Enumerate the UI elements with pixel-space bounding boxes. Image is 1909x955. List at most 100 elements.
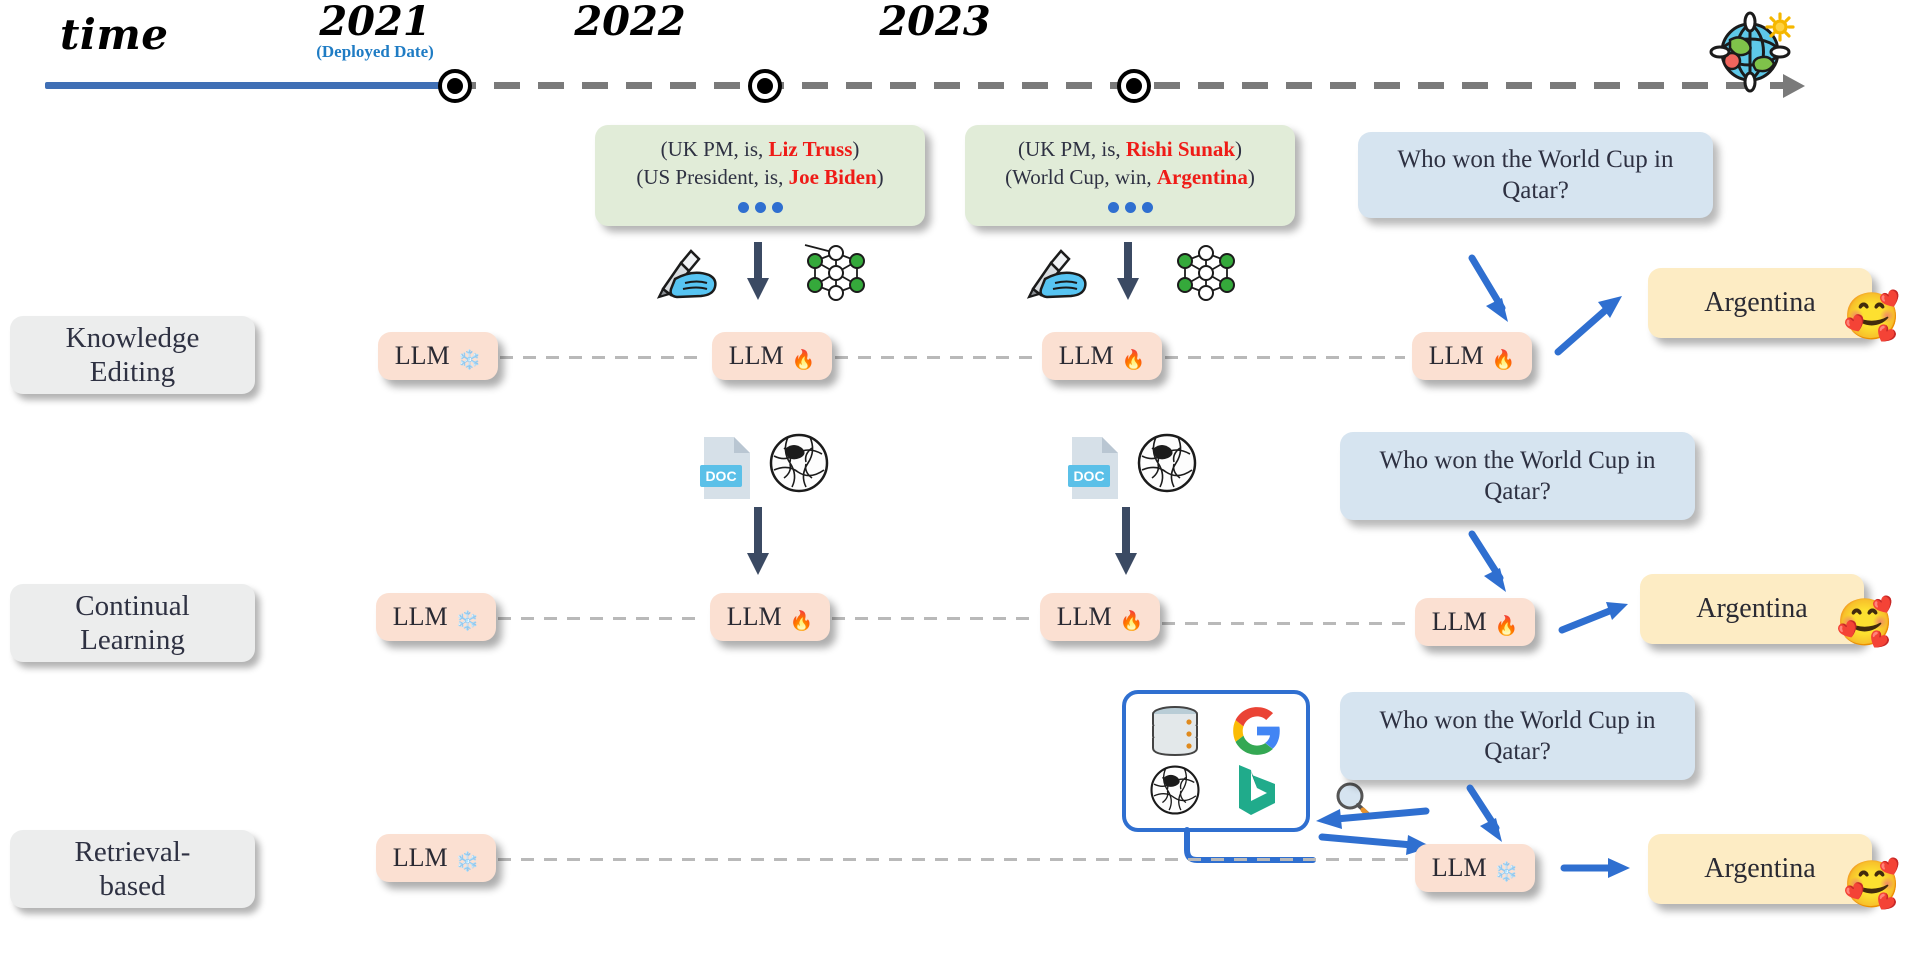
llm-chip-trained-2022[interactable]: LLM 🔥 — [710, 593, 830, 641]
flame-icon: 🔥 — [1494, 615, 1519, 637]
row-connector — [835, 356, 1035, 359]
fact-prefix: (UK PM, is, — [660, 137, 769, 161]
row-label-line2: Editing — [89, 356, 176, 388]
fact-line: (UK PM, is, Liz Truss) — [615, 135, 905, 163]
fact-suffix: ) — [1235, 137, 1243, 161]
llm-chip-frozen-2021[interactable]: LLM ❄️ — [376, 593, 496, 641]
fact-highlight: Rishi Sunak — [1125, 137, 1236, 161]
database-icon — [1148, 705, 1202, 757]
llm-label: LLM — [392, 843, 448, 872]
llm-label: LLM — [728, 341, 784, 370]
fact-box-2023: (UK PM, is, Rishi Sunak) (World Cup, win… — [965, 125, 1295, 227]
doc-file-icon: DOC — [700, 435, 754, 501]
question-bubble-retrieval-based: Who won the World Cup in Qatar? — [1340, 692, 1695, 780]
snowflake-icon: ❄️ — [455, 610, 480, 632]
row-connector — [498, 858, 1408, 861]
answer-box-continual-learning: Argentina — [1640, 574, 1864, 644]
row-label-retrieval-based: Retrieval- based — [10, 830, 255, 908]
row-connector — [1162, 622, 1407, 625]
answer-box-knowledge-editing: Argentina — [1648, 268, 1872, 338]
arrow-question-to-llm-icon — [1460, 250, 1526, 328]
arrow-question-to-llm-icon — [1462, 528, 1522, 596]
timeline-axis-deployed-segment — [45, 82, 450, 89]
writing-hand-icon — [1025, 245, 1087, 299]
year-label-2022: 2022 — [574, 0, 686, 45]
timeline-diagram: time 2021 (Deployed Date) 2022 2023 (UK … — [0, 0, 1909, 955]
llm-label: LLM — [1056, 602, 1112, 631]
bing-icon — [1233, 763, 1281, 817]
fact-ellipsis-icon — [985, 192, 1275, 220]
llm-chip-edited-2022[interactable]: LLM 🔥 — [712, 332, 832, 380]
llm-chip-frozen-2021[interactable]: LLM ❄️ — [376, 834, 496, 882]
llm-chip-edited-2023[interactable]: LLM 🔥 — [1042, 332, 1162, 380]
down-arrow-icon — [745, 505, 771, 577]
flame-icon: 🔥 — [791, 349, 816, 371]
llm-label: LLM — [726, 602, 782, 631]
llm-label: LLM — [1058, 341, 1114, 370]
fact-highlight: Joe Biden — [788, 165, 877, 190]
llm-chip-inference[interactable]: LLM ❄️ — [1415, 844, 1535, 892]
svg-text:DOC: DOC — [1073, 468, 1104, 484]
flame-icon: 🔥 — [1121, 349, 1146, 371]
down-arrow-icon — [745, 240, 771, 302]
arrow-llm-to-answer-icon — [1558, 596, 1636, 640]
llm-label: LLM — [392, 602, 448, 631]
snowflake-icon: ❄️ — [457, 349, 482, 371]
llm-chip-inference[interactable]: LLM 🔥 — [1412, 332, 1532, 380]
fact-suffix: ) — [852, 137, 860, 161]
fact-line: (US President, is, Joe Biden) — [615, 163, 905, 191]
row-connector — [500, 356, 705, 359]
snowflake-icon: ❄️ — [455, 851, 480, 873]
fact-highlight: Liz Truss — [768, 137, 853, 161]
flame-icon: 🔥 — [789, 610, 814, 632]
google-icon — [1231, 705, 1283, 757]
fact-prefix: (US President, is, — [636, 165, 789, 190]
time-axis-label: time — [60, 10, 169, 59]
llm-chip-trained-2023[interactable]: LLM 🔥 — [1040, 593, 1160, 641]
fact-suffix: ) — [1247, 165, 1255, 190]
llm-label: LLM — [1431, 853, 1487, 882]
row-connector — [1165, 356, 1405, 359]
fact-line: (UK PM, is, Rishi Sunak) — [985, 135, 1275, 163]
arrow-question-to-llm-icon — [1460, 784, 1520, 848]
row-label-continual-learning: Continual Learning — [10, 584, 255, 662]
fact-line: (World Cup, win, Argentina) — [985, 163, 1275, 191]
row-connector — [832, 617, 1032, 620]
row-label-line1: Continual — [75, 589, 190, 622]
globe-icon — [1709, 8, 1796, 93]
doc-file-icon: DOC — [1068, 435, 1122, 501]
llm-label: LLM — [394, 341, 450, 370]
fact-box-2022: (UK PM, is, Liz Truss) (US President, is… — [595, 125, 925, 227]
llm-label: LLM — [1431, 607, 1487, 636]
year-label-2023: 2023 — [879, 0, 991, 45]
snowflake-icon: ❄️ — [1494, 861, 1519, 883]
answer-box-retrieval-based: Argentina — [1648, 834, 1872, 904]
question-bubble-continual-learning: Who won the World Cup in Qatar? — [1340, 432, 1695, 520]
wikipedia-icon — [1136, 432, 1198, 494]
neural-network-icon — [1175, 245, 1237, 301]
smiling-face-with-hearts-icon: 🥰 — [1843, 859, 1901, 910]
timeline-tick-2021[interactable] — [438, 69, 472, 103]
timeline-tick-2022[interactable] — [748, 69, 782, 103]
wikipedia-icon — [768, 432, 830, 494]
year-label-2021: 2021 — [319, 0, 431, 45]
retrieval-sources-box[interactable] — [1122, 690, 1310, 832]
smiling-face-with-hearts-icon: 🥰 — [1843, 291, 1901, 342]
wikipedia-icon — [1149, 764, 1201, 816]
llm-chip-frozen-2021[interactable]: LLM ❄️ — [378, 332, 498, 380]
neural-network-icon — [804, 244, 867, 301]
question-bubble-knowledge-editing: Who won the World Cup in Qatar? — [1358, 132, 1713, 218]
timeline-tick-2023[interactable] — [1117, 69, 1151, 103]
fact-highlight: Argentina — [1156, 165, 1248, 190]
row-label-line1: Knowledge — [65, 321, 200, 354]
row-connector — [498, 617, 703, 620]
row-label-line1: Retrieval- — [74, 835, 191, 868]
down-arrow-icon — [1113, 505, 1139, 577]
down-arrow-icon — [1115, 240, 1141, 302]
row-label-knowledge-editing: Knowledge Editing — [10, 316, 255, 394]
llm-label: LLM — [1428, 341, 1484, 370]
smiling-face-with-hearts-icon: 🥰 — [1836, 597, 1894, 648]
fact-prefix: (UK PM, is, — [1017, 137, 1126, 161]
flame-icon: 🔥 — [1119, 610, 1144, 632]
llm-chip-inference[interactable]: LLM 🔥 — [1415, 598, 1535, 646]
